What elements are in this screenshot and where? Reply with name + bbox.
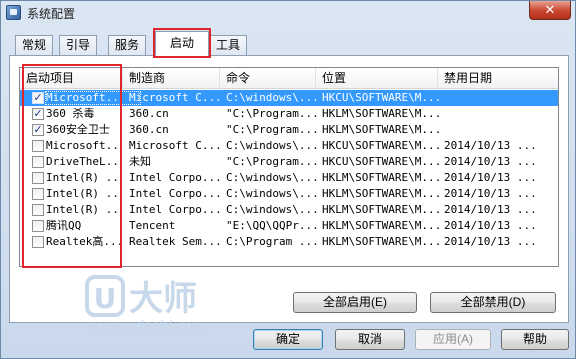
help-button[interactable]: 帮助: [501, 329, 569, 350]
row-checkbox[interactable]: [32, 236, 44, 248]
apply-button: 应用(A): [415, 329, 491, 350]
cell-maker: Intel Corpo...: [129, 171, 221, 184]
cell-name: Intel(R) ...: [46, 187, 122, 200]
cell-name: Intel(R) ...: [46, 171, 122, 184]
table-row[interactable]: ✓ 360 杀毒 360.cn "C:\Program... HKLM\SOFTWARE…: [20, 106, 558, 122]
row-checkbox[interactable]: [32, 204, 44, 216]
cell-command: "C:\Program...: [226, 107, 318, 120]
cell-date: 2014/10/13 ...: [444, 139, 537, 152]
cell-maker: 360.cn: [129, 107, 169, 120]
cell-location: HKLM\SOFTWARE\M...: [322, 219, 440, 232]
cell-location: HKLM\SOFTWARE\M...: [322, 171, 440, 184]
title-bar[interactable]: 系统配置 ✕: [1, 1, 575, 25]
row-checkbox[interactable]: [32, 188, 44, 200]
cell-location: HKLM\SOFTWARE\M...: [322, 187, 440, 200]
cell-maker: Intel Corpo...: [129, 187, 221, 200]
cell-name: Realtek高...: [46, 235, 122, 248]
col-command[interactable]: 命令: [220, 68, 316, 89]
cell-date: 2014/10/13 ...: [444, 219, 537, 232]
row-checkbox[interactable]: ✓: [32, 92, 44, 104]
col-startup-item[interactable]: 启动项目: [20, 68, 123, 89]
watermark-url: www.udashi.com: [89, 319, 207, 334]
tab-general[interactable]: 常规: [15, 35, 54, 55]
cell-location: HKLM\SOFTWARE\M...: [322, 107, 440, 120]
cell-maker: 360.cn: [129, 123, 169, 136]
cell-name: 360安全卫士: [46, 123, 110, 136]
cell-command: C:\windows\...: [226, 171, 318, 184]
cell-date: [444, 106, 554, 122]
table-row[interactable]: Intel(R) ... Intel Corpo... C:\windows\...…: [20, 186, 558, 202]
tab-startup[interactable]: 启动: [155, 31, 209, 56]
row-checkbox[interactable]: [32, 220, 44, 232]
cell-maker: Microsoft C...: [129, 91, 221, 104]
cell-name: Microsoft...: [46, 139, 122, 152]
cell-maker: Realtek Sem...: [129, 235, 221, 248]
app-icon: [6, 5, 21, 20]
cell-command: C:\windows\...: [226, 91, 318, 104]
cell-command: C:\Program ...: [226, 235, 318, 248]
row-checkbox[interactable]: ✓: [32, 108, 44, 120]
enable-all-button[interactable]: 全部启用(E): [293, 292, 417, 313]
cell-location: HKCU\SOFTWARE\M...: [322, 139, 440, 152]
table-row[interactable]: ✓ Microsoft... Microsoft C... C:\windows\..…: [20, 90, 558, 106]
cell-date: 2014/10/13 ...: [444, 235, 537, 248]
cell-maker: 未知: [129, 155, 151, 168]
close-button[interactable]: ✕: [529, 1, 571, 20]
table-row[interactable]: Intel(R) ... Intel Corpo... C:\windows\...…: [20, 170, 558, 186]
cell-date: [444, 90, 554, 106]
cell-command: C:\windows\...: [226, 139, 318, 152]
system-config-window: 系统配置 ✕ 常规 引导 服务 启动 工具 启动项目 制造商 命令 位置 禁用日…: [0, 0, 576, 359]
cell-location: HKLM\SOFTWARE\M...: [322, 203, 440, 216]
row-checkbox[interactable]: [32, 156, 44, 168]
row-checkbox[interactable]: ✓: [32, 124, 44, 136]
table-row[interactable]: ✓ 360安全卫士 360.cn "C:\Program... HKLM\SOFTWAR…: [20, 122, 558, 138]
cell-location: HKCU\SOFTWARE\M...: [322, 91, 440, 104]
tab-tools[interactable]: 工具: [209, 35, 248, 55]
disable-all-button[interactable]: 全部禁用(D): [430, 292, 556, 313]
watermark-logo-text: 大师: [129, 279, 197, 319]
cell-maker: Tencent: [129, 219, 176, 232]
watermark-logo-letter: U: [94, 282, 117, 315]
cell-date: 2014/10/13 ...: [444, 187, 537, 200]
focus-rectangle: [45, 91, 141, 105]
cell-command: C:\windows\...: [226, 203, 318, 216]
tab-boot[interactable]: 引导: [59, 35, 98, 55]
cell-command: "C:\Program...: [226, 123, 318, 136]
window-title: 系统配置: [27, 7, 76, 21]
cell-name: DriveTheL...: [46, 155, 122, 168]
cell-maker: Intel Corpo...: [129, 203, 221, 216]
col-manufacturer[interactable]: 制造商: [123, 68, 220, 89]
table-row[interactable]: Intel(R) ... Intel Corpo... C:\windows\...…: [20, 202, 558, 218]
cell-command: "E:\QQ\QQPr...: [226, 219, 318, 232]
cell-location: HKLM\SOFTWARE\M...: [322, 235, 440, 248]
row-checkbox[interactable]: [32, 172, 44, 184]
table-row[interactable]: Realtek高... Realtek Sem... C:\Program ... H…: [20, 234, 558, 250]
cell-maker: Microsoft C...: [129, 139, 221, 152]
cell-date: 2014/10/13 ...: [444, 155, 537, 168]
cell-date: 2014/10/13 ...: [444, 203, 537, 216]
startup-list[interactable]: 启动项目 制造商 命令 位置 禁用日期 ✓ Microsoft... Microso…: [19, 67, 559, 267]
row-checkbox[interactable]: [32, 140, 44, 152]
col-location[interactable]: 位置: [316, 68, 438, 89]
col-disabled-date[interactable]: 禁用日期: [438, 68, 558, 89]
cell-command: "C:\Program...: [226, 155, 318, 168]
table-row[interactable]: Microsoft... Microsoft C... C:\windows\...…: [20, 138, 558, 154]
cell-name: Intel(R) ...: [46, 203, 122, 216]
table-row[interactable]: DriveTheL... 未知 "C:\Program... HKCU\SOFTWAR…: [20, 154, 558, 170]
cell-date: [444, 122, 554, 138]
cell-name: 360 杀毒: [46, 107, 95, 120]
cell-location: HKLM\SOFTWARE\M...: [322, 123, 440, 136]
cancel-button[interactable]: 取消: [335, 329, 405, 350]
udashi-watermark-logo: U 大师: [85, 275, 197, 319]
cell-location: HKCU\SOFTWARE\M...: [322, 155, 440, 168]
cell-date: 2014/10/13 ...: [444, 171, 537, 184]
table-row[interactable]: 腾讯QQ Tencent "E:\QQ\QQPr... HKLM\SOFTWARE\M…: [20, 218, 558, 234]
ok-button[interactable]: 确定: [253, 329, 323, 350]
list-header: 启动项目 制造商 命令 位置 禁用日期: [20, 68, 558, 89]
cell-command: C:\windows\...: [226, 187, 318, 200]
tab-services[interactable]: 服务: [108, 35, 147, 55]
cell-name: 腾讯QQ: [46, 219, 82, 232]
